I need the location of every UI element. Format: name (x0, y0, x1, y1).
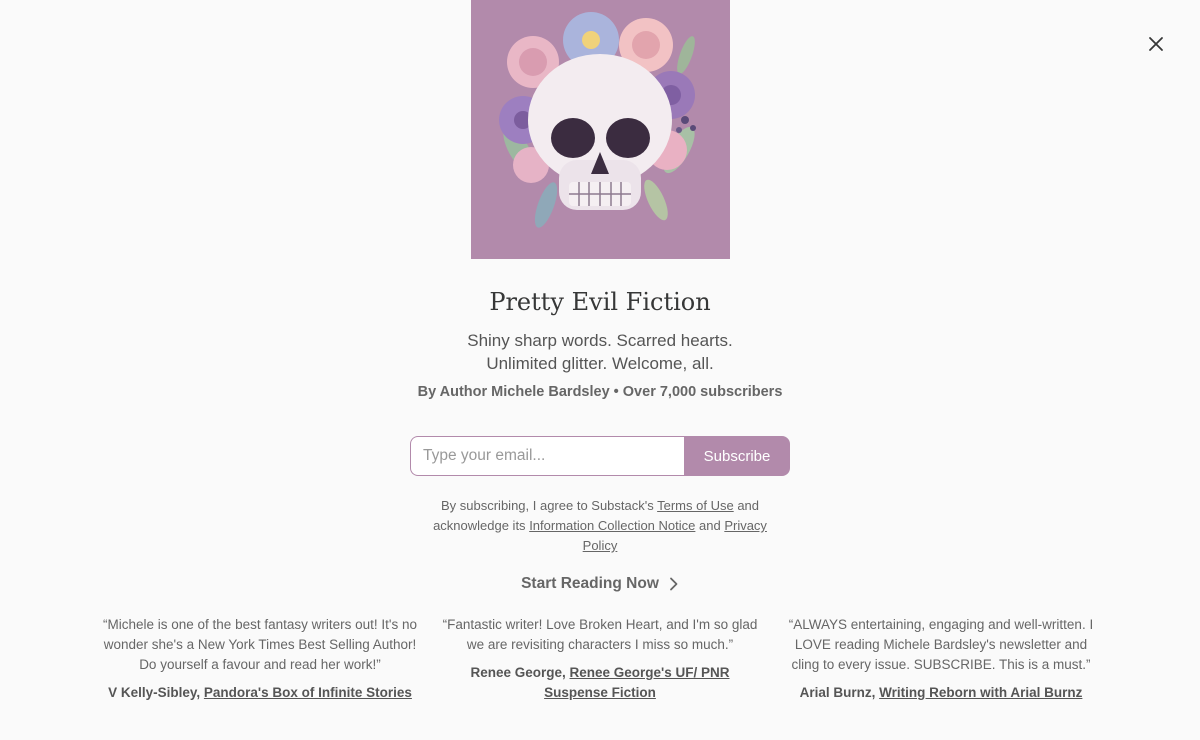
publication-tagline: Shiny sharp words. Scarred hearts. Unlim… (0, 329, 1200, 375)
email-input[interactable] (410, 436, 684, 476)
testimonial-publication-link[interactable]: Pandora's Box of Infinite Stories (204, 685, 412, 700)
terms-of-use-link[interactable]: Terms of Use (657, 498, 734, 513)
legal-text-3: and (695, 518, 725, 533)
testimonial-author: Arial Burnz (799, 685, 872, 700)
start-reading-link[interactable]: Start Reading Now (521, 575, 679, 593)
chevron-right-icon (669, 577, 678, 591)
testimonial-quote: “Fantastic writer! Love Broken Heart, an… (442, 617, 758, 652)
publication-byline: By Author Michele Bardsley • Over 7,000 … (417, 384, 783, 400)
testimonial: “Michele is one of the best fantasy writ… (100, 615, 420, 703)
subscribe-button[interactable]: Subscribe (684, 436, 790, 476)
legal-notice: By subscribing, I agree to Substack's Te… (420, 496, 780, 556)
legal-text-1: By subscribing, I agree to Substack's (440, 498, 658, 513)
close-button[interactable] (1144, 32, 1168, 56)
subscribe-form: Subscribe (410, 436, 790, 476)
testimonial: “ALWAYS entertaining, engaging and well-… (780, 615, 1102, 703)
publication-title: Pretty Evil Fiction (489, 288, 711, 316)
testimonial-publication-link[interactable]: Renee George's UF/ PNR Suspense Fiction (544, 665, 729, 700)
testimonial-quote: “Michele is one of the best fantasy writ… (103, 617, 417, 672)
tagline-line-1: Shiny sharp words. Scarred hearts. (467, 331, 733, 350)
testimonial: “Fantastic writer! Love Broken Heart, an… (440, 615, 760, 703)
testimonial-publication-link[interactable]: Writing Reborn with Arial Burnz (879, 685, 1082, 700)
publication-cover-image (471, 0, 730, 259)
information-collection-notice-link[interactable]: Information Collection Notice (529, 518, 695, 533)
testimonial-quote: “ALWAYS entertaining, engaging and well-… (788, 617, 1094, 672)
testimonial-author: Renee George (470, 665, 562, 680)
testimonial-author: V Kelly-Sibley (108, 685, 197, 700)
tagline-line-2: Unlimited glitter. Welcome, all. (486, 354, 714, 373)
start-reading-label: Start Reading Now (521, 575, 659, 592)
start-reading-section: Start Reading Now (0, 575, 1200, 593)
close-icon (1149, 37, 1163, 51)
